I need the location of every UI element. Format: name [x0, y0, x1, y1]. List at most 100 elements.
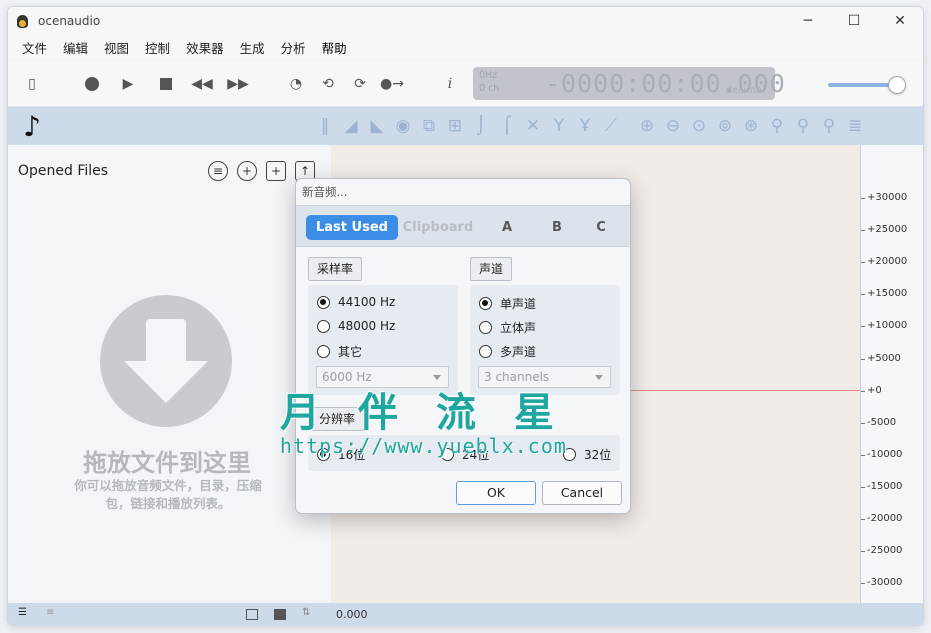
ruler-tick	[861, 390, 865, 392]
ruler-label: -15000	[867, 480, 903, 492]
dialog-tabs: Last Used Clipboard A B C	[296, 205, 630, 247]
loop-selection-icon[interactable]: ⟳	[350, 74, 370, 94]
close-icon[interactable]: ✕	[877, 7, 923, 35]
list-view-icon[interactable]: ☰	[18, 607, 30, 618]
copy-icon[interactable]: ⧉	[416, 116, 442, 136]
sort-icon[interactable]: ⇅	[302, 607, 314, 618]
ruler-label: +25000	[867, 224, 908, 236]
vertical-zoom-in-icon[interactable]: ⚲	[764, 116, 790, 136]
menu-edit[interactable]: 编辑	[55, 38, 96, 57]
tab-clipboard[interactable]: Clipboard	[401, 215, 475, 240]
resolution-label: 分辨率	[310, 407, 365, 431]
ramp-icon[interactable]: ⟋	[598, 116, 624, 136]
zoom-box-icon[interactable]	[246, 609, 258, 620]
ruler-label: -30000	[867, 577, 903, 589]
zoom-in-icon[interactable]: ⊕	[634, 116, 660, 136]
menu-generate[interactable]: 生成	[232, 38, 273, 57]
channel-mono-radio[interactable]: 单声道	[479, 295, 536, 312]
menu-bar: 文件 编辑 视图 控制 效果器 生成 分析 帮助	[8, 35, 923, 59]
custom-sample-rate-select[interactable]: 6000 Hz	[316, 366, 449, 388]
custom-channels-select[interactable]: 3 channels	[478, 366, 611, 388]
tab-last-used[interactable]: Last Used	[306, 215, 398, 240]
amplitude-ruler: +30000 +25000 +20000 +15000 +10000 +5000 +0 -50…	[860, 145, 923, 603]
fade-out-icon[interactable]: ◣	[364, 116, 390, 136]
menu-view[interactable]: 视图	[96, 38, 137, 57]
ruler-label: +20000	[867, 256, 908, 268]
spectral-box-icon[interactable]	[274, 609, 286, 620]
compact-view-icon[interactable]: ≡	[46, 607, 58, 618]
tab-a[interactable]: A	[496, 215, 518, 240]
menu-file[interactable]: 文件	[14, 38, 55, 57]
zoom-fit-icon[interactable]: ⊙	[686, 116, 712, 136]
ruler-label: +5000	[867, 352, 901, 364]
merge-icon[interactable]: Y	[546, 116, 572, 136]
menu-effects[interactable]: 效果器	[178, 38, 232, 57]
speed-icon[interactable]: ◔	[286, 74, 306, 94]
play-button[interactable]: ▶	[118, 74, 138, 94]
window-title: ocenaudio	[38, 14, 101, 28]
sample-rate-other-radio[interactable]: 其它	[317, 343, 362, 360]
paste-new-icon[interactable]: ⊞	[442, 116, 468, 136]
new-audio-dialog: 新音频... Last Used Clipboard A B C 采样率 441…	[295, 178, 631, 514]
opened-files-panel: Opened Files ≡ + + ↑ 拖放文件到这里 你可以拖放音频文件，目…	[8, 145, 326, 603]
filter-icon[interactable]: ≡	[208, 161, 228, 181]
ruler-label: +15000	[867, 288, 908, 300]
info-icon[interactable]: i	[440, 74, 460, 94]
resolution-16-radio[interactable]: 16位	[317, 446, 365, 463]
crossfade-icon[interactable]: ✕	[520, 116, 546, 136]
fast-forward-button[interactable]: ▶▶	[227, 74, 249, 94]
ruler-tick	[861, 198, 865, 199]
ruler-label: -25000	[867, 545, 903, 557]
volume-slider-knob[interactable]	[888, 76, 906, 94]
ruler-tick	[861, 519, 865, 520]
vertical-zoom-fit-icon[interactable]: ⚲	[816, 116, 842, 136]
sample-rate-48000-radio[interactable]: 48000 Hz	[317, 319, 395, 333]
curve-down-icon[interactable]: ⌠	[494, 116, 520, 136]
resolution-24-radio[interactable]: 24位	[441, 446, 489, 463]
vertical-zoom-out-icon[interactable]: ⚲	[790, 116, 816, 136]
ruler-tick	[861, 230, 865, 232]
resolution-24-label: 24位	[462, 448, 490, 462]
channel-stereo-radio[interactable]: 立体声	[479, 319, 536, 336]
curve-up-icon[interactable]: ⌡	[468, 116, 494, 136]
drop-subtitle: 你可以拖放音频文件，目录，压缩包，链接和播放列表。	[74, 478, 262, 511]
lcd-unit: decimal	[725, 85, 765, 96]
music-note-icon[interactable]: ♪	[8, 107, 56, 145]
cancel-button[interactable]: Cancel	[542, 481, 622, 505]
normalize-icon[interactable]: ◉	[390, 116, 416, 136]
ruler-label: +0	[867, 384, 882, 396]
tab-c[interactable]: C	[590, 215, 612, 240]
lcd-frequency: 0Hz	[479, 70, 498, 81]
add-file-icon[interactable]: +	[237, 161, 257, 181]
follow-cursor-icon[interactable]: ●→	[380, 74, 404, 94]
menu-help[interactable]: 帮助	[314, 38, 355, 57]
ruler-tick	[861, 583, 865, 585]
record-button[interactable]	[82, 74, 102, 94]
channel-multi-radio[interactable]: 多声道	[479, 343, 536, 360]
ocenaudio-logo-icon	[16, 13, 30, 29]
duplicate-icon[interactable]: +	[266, 161, 286, 181]
resolution-32-label: 32位	[584, 448, 612, 462]
tab-b[interactable]: B	[546, 215, 568, 240]
sample-rate-44100-radio[interactable]: 44100 Hz	[317, 295, 395, 309]
maximize-icon[interactable]: ☐	[831, 7, 877, 35]
menu-control[interactable]: 控制	[137, 38, 178, 57]
split-icon[interactable]: Ұ	[572, 116, 598, 136]
minimize-icon[interactable]: ─	[785, 7, 831, 35]
zoom-out-icon[interactable]: ⊖	[660, 116, 686, 136]
lcd-channels: 0 ch	[479, 83, 500, 94]
status-bar: ☰ ≡ ⇅ 0.000	[8, 603, 923, 625]
fade-in-icon[interactable]: ◢	[338, 116, 364, 136]
ruler-label: -5000	[867, 416, 897, 428]
ok-button[interactable]: OK	[456, 481, 536, 505]
channel-multi-label: 多声道	[500, 345, 537, 359]
stop-button[interactable]	[156, 74, 176, 94]
resolution-32-radio[interactable]: 32位	[563, 446, 611, 463]
zoom-selection-icon[interactable]: ⊚	[712, 116, 738, 136]
menu-analyze[interactable]: 分析	[273, 38, 314, 57]
zoom-all-icon[interactable]: ⊛	[738, 116, 764, 136]
sidebar-toggle-icon[interactable]: ▯	[22, 74, 42, 94]
loop-icon[interactable]: ⟲	[318, 74, 338, 94]
rewind-button[interactable]: ◀◀	[191, 74, 213, 94]
spectrogram-icon[interactable]: ≣	[842, 116, 868, 136]
